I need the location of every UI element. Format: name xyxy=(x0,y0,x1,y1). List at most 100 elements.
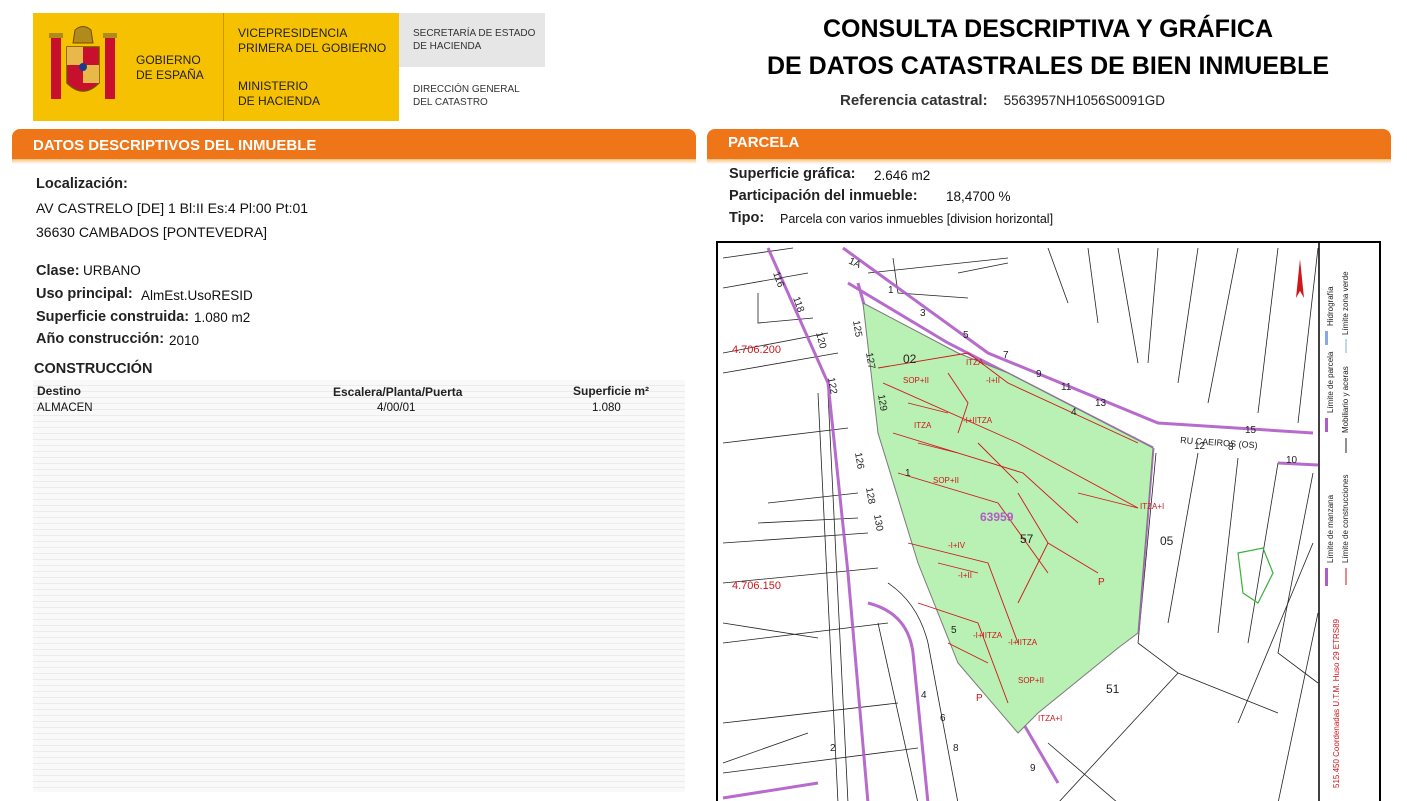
street-number: 126 xyxy=(852,452,866,471)
construction-label: -I+IV xyxy=(948,541,966,550)
street-number: 1 xyxy=(888,285,894,296)
direccion-block: DIRECCIÓN GENERAL DEL CATASTRO xyxy=(413,84,520,108)
datos-descriptivos-header: DATOS DESCRIPTIVOS DEL INMUEBLE xyxy=(12,129,696,164)
ministerio-text: MINISTERIO DE HACIENDA xyxy=(238,79,321,108)
sup-grafica-label: Superficie gráfica: xyxy=(729,166,856,182)
legend-manzana: Límite de manzana xyxy=(1326,494,1335,563)
street-number: 10 xyxy=(1286,455,1298,466)
vicepresidencia-text: VICEPRESIDENCIA PRIMERA DEL GOBIERNO xyxy=(238,26,387,55)
construction-label: -I+II xyxy=(986,376,1000,385)
street-number: 122 xyxy=(825,377,839,396)
tipo-value: Parcela con varios inmuebles [division h… xyxy=(780,212,1054,226)
referencia-catastral: Referencia catastral: 5563957NH1056S0091G… xyxy=(840,92,1165,109)
parcela-header: PARCELA xyxy=(707,129,1391,164)
street-number: P xyxy=(976,693,983,704)
street-number: 11 xyxy=(1061,382,1072,393)
coord-y2: 4.706.150 xyxy=(732,580,781,592)
street-number: 5 xyxy=(963,330,969,341)
legend-parcela: Límite de parcela xyxy=(1326,351,1335,413)
gobierno-text: GOBIERNO DE ESPAÑA xyxy=(136,53,204,82)
street-number: 120 xyxy=(813,331,828,350)
street-name: RU CAEIROS (OS) xyxy=(1180,435,1258,450)
street-number: 8 xyxy=(953,743,959,754)
street-number: 1 xyxy=(905,468,911,479)
uso-value: AlmEst.UsoRESID xyxy=(141,288,253,303)
superficie-value: 1.080 m2 xyxy=(194,310,251,325)
participacion-value: 18,4700 % xyxy=(946,189,1011,204)
participacion-label: Participación del inmueble: xyxy=(729,188,918,204)
address-line2: 36630 CAMBADOS [PONTEVEDRA] xyxy=(36,224,268,240)
construction-label: -I+IITZA xyxy=(963,416,993,425)
construction-label: -I+II xyxy=(958,571,972,580)
parcel-label-51: 51 xyxy=(1106,682,1120,696)
uso-label: Uso principal: xyxy=(36,286,133,302)
construction-label: SOP+II xyxy=(1018,676,1044,685)
clase-label: Clase: xyxy=(36,263,80,279)
construction-label: SOP+II xyxy=(933,476,959,485)
construction-label: SOP+II xyxy=(903,376,929,385)
street-number: 13 xyxy=(1095,398,1107,409)
tipo-label: Tipo: xyxy=(729,210,765,226)
anio-value: 2010 xyxy=(169,333,200,348)
street-number: 130 xyxy=(871,514,885,533)
street-number: 1A xyxy=(847,256,863,271)
parcel-label-57: 57 xyxy=(1020,532,1034,546)
cadastral-map[interactable]: 4.706.200 4.706.150 RU CAEIROS (OS) 02 5… xyxy=(716,241,1381,801)
coord-x: 515.450 Coordenadas U.T.M. Huso 29 ETRS8… xyxy=(1332,618,1341,788)
construction-label: ITZA xyxy=(966,358,984,367)
address-line1: AV CASTRELO [DE] 1 Bl:II Es:4 Pl:00 Pt:0… xyxy=(36,200,309,216)
document-title-line2: DE DATOS CATASTRALES DE BIEN INMUEBLE xyxy=(766,52,1330,80)
construction-label: ITZA+I xyxy=(1038,714,1062,723)
anio-label: Año construcción: xyxy=(36,331,165,347)
coat-of-arms-icon xyxy=(49,26,117,99)
parcel-label-05: 05 xyxy=(1160,534,1174,548)
parcel-id: 63959 xyxy=(980,510,1014,524)
street-number: 127 xyxy=(863,352,877,371)
construction-label: ITZA+I xyxy=(1140,502,1164,511)
row-destino: ALMACEN xyxy=(37,402,93,414)
street-number: 4 xyxy=(1071,407,1077,418)
street-number: 118 xyxy=(790,295,806,314)
referencia-value: 5563957NH1056S0091GD xyxy=(1003,93,1165,108)
legend-hidrografia: Hidrografía xyxy=(1326,286,1335,326)
coord-y1: 4.706.200 xyxy=(732,344,781,356)
superficie-label: Superficie construida: xyxy=(36,309,190,325)
row-superficie: 1.080 xyxy=(592,402,621,414)
construction-label: -I+IITZA xyxy=(973,631,1003,640)
street-number: 15 xyxy=(1245,425,1257,436)
street-number: 5 xyxy=(951,625,957,636)
street-number: 12 xyxy=(1194,441,1206,452)
legend-construcciones: Límite de construcciones xyxy=(1341,475,1350,564)
gobierno-logo-block: GOBIERNO DE ESPAÑA VICEPRESIDENCIA PRIMERA… xyxy=(33,13,399,121)
street-number: P xyxy=(1098,577,1105,588)
legend-mobiliario: Mobiliario y aceras xyxy=(1341,366,1350,433)
parcel-label-02: 02 xyxy=(903,352,917,366)
street-number: 3 xyxy=(920,308,926,319)
street-number: 7 xyxy=(1003,350,1009,361)
street-number: 8 xyxy=(1228,442,1234,453)
north-arrow-icon xyxy=(1296,259,1304,298)
document-title-line1: CONSULTA DESCRIPTIVA Y GRÁFICA xyxy=(822,15,1274,43)
secretaria-block: SECRETARÍA DE ESTADO DE HACIENDA xyxy=(399,13,545,67)
map-drawing: 4.706.200 4.706.150 RU CAEIROS (OS) 02 5… xyxy=(722,243,1350,801)
construction-label: -I+IITZA xyxy=(1008,638,1038,647)
street-number: 2 xyxy=(830,743,836,754)
col-destino: Destino xyxy=(37,384,82,398)
street-number: 125 xyxy=(850,320,864,339)
street-number: 4 xyxy=(921,690,927,701)
clase-value: URBANO xyxy=(83,263,141,278)
construccion-title: CONSTRUCCIÓN xyxy=(34,361,153,377)
row-escalera: 4/00/01 xyxy=(377,402,416,414)
construction-label: ITZA xyxy=(914,421,932,430)
sup-grafica-value: 2.646 m2 xyxy=(874,168,931,183)
col-escalera: Escalera/Planta/Puerta xyxy=(333,385,463,399)
street-number: 6 xyxy=(940,713,946,724)
logo-divider xyxy=(223,13,224,121)
col-superficie: Superficie m² xyxy=(573,384,650,398)
street-number: 128 xyxy=(863,487,877,506)
street-number: 9 xyxy=(1036,369,1042,380)
construccion-table xyxy=(33,380,685,792)
legend-zona-verde: Límite zona verde xyxy=(1341,271,1350,335)
localizacion-label: Localización: xyxy=(36,176,128,192)
street-number: 9 xyxy=(1030,763,1036,774)
